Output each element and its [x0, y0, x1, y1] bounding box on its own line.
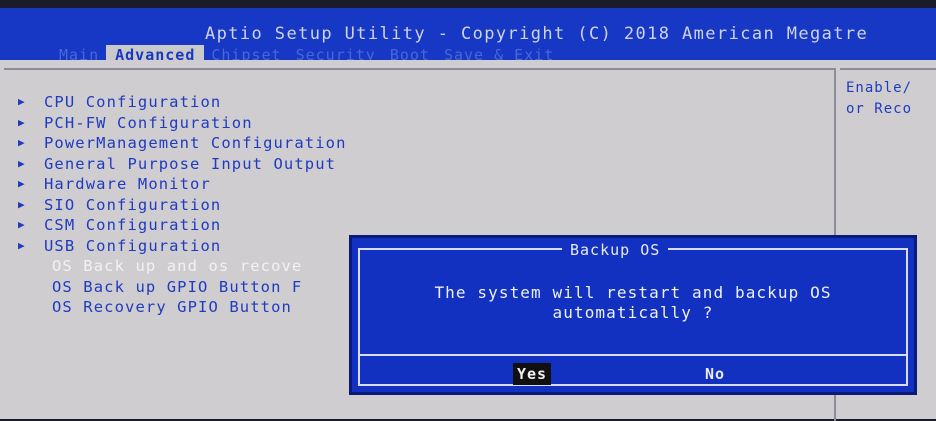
- menu-item-label: OS Back up GPIO Button F: [52, 277, 303, 296]
- submenu-arrow-icon: ▶: [18, 156, 26, 170]
- utility-title: Aptio Setup Utility - Copyright (C) 2018…: [205, 24, 869, 44]
- menu-item-label: USB Configuration: [44, 236, 222, 255]
- menu-item-label: CSM Configuration: [44, 216, 222, 235]
- menu-item-cpu-configuration[interactable]: ▶ CPU Configuration: [18, 92, 347, 113]
- dialog-message: The system will restart and backup OS au…: [372, 283, 894, 323]
- menu-item-csm-configuration[interactable]: ▶ CSM Configuration: [18, 215, 347, 236]
- menu-list: ▶ CPU Configuration ▶ PCH-FW Configurati…: [18, 92, 347, 318]
- menu-item-label: SIO Configuration: [44, 195, 222, 214]
- dialog-divider: [358, 354, 908, 356]
- menu-item-pch-fw-configuration[interactable]: ▶ PCH-FW Configuration: [18, 113, 347, 134]
- menu-item-label: PowerManagement Configuration: [44, 134, 347, 153]
- submenu-arrow-icon: ▶: [18, 136, 26, 150]
- help-text-line-1: Enable/: [846, 80, 913, 96]
- submenu-arrow-icon: ▶: [18, 218, 26, 232]
- menu-item-os-backup-gpio-button[interactable]: OS Back up GPIO Button F: [18, 277, 347, 298]
- dialog-title: Backup OS: [562, 241, 669, 259]
- title-bar: Aptio Setup Utility - Copyright (C) 2018…: [0, 8, 936, 65]
- help-text-line-2: or Reco: [846, 101, 913, 117]
- menu-item-label: PCH-FW Configuration: [44, 113, 253, 132]
- yes-button[interactable]: Yes: [513, 363, 552, 385]
- dialog-message-line-2: automatically ?: [552, 303, 714, 322]
- menu-item-label: Hardware Monitor: [44, 175, 211, 194]
- menu-item-label: General Purpose Input Output: [44, 154, 337, 173]
- submenu-arrow-icon: ▶: [18, 177, 26, 191]
- menu-item-usb-configuration[interactable]: ▶ USB Configuration: [18, 236, 347, 257]
- menu-item-os-backup-recovery[interactable]: OS Back up and os recove: [18, 256, 347, 277]
- backup-os-dialog: Backup OS The system will restart and ba…: [349, 235, 917, 395]
- submenu-arrow-icon: ▶: [18, 115, 26, 129]
- menu-item-label: OS Back up and os recove: [52, 257, 303, 276]
- submenu-arrow-icon: ▶: [18, 95, 26, 109]
- menu-item-general-purpose-input-output[interactable]: ▶ General Purpose Input Output: [18, 154, 347, 175]
- submenu-arrow-icon: ▶: [18, 238, 26, 252]
- menu-item-label: OS Recovery GPIO Button: [52, 298, 292, 317]
- menu-item-sio-configuration[interactable]: ▶ SIO Configuration: [18, 195, 347, 216]
- no-button[interactable]: No: [701, 363, 729, 385]
- menu-item-label: CPU Configuration: [44, 93, 222, 112]
- dialog-message-line-1: The system will restart and backup OS: [434, 283, 832, 302]
- submenu-arrow-icon: ▶: [18, 197, 26, 211]
- menu-item-powermanagement-configuration[interactable]: ▶ PowerManagement Configuration: [18, 133, 347, 154]
- menu-item-os-recovery-gpio-button[interactable]: OS Recovery GPIO Button: [18, 297, 347, 318]
- menu-item-hardware-monitor[interactable]: ▶ Hardware Monitor: [18, 174, 347, 195]
